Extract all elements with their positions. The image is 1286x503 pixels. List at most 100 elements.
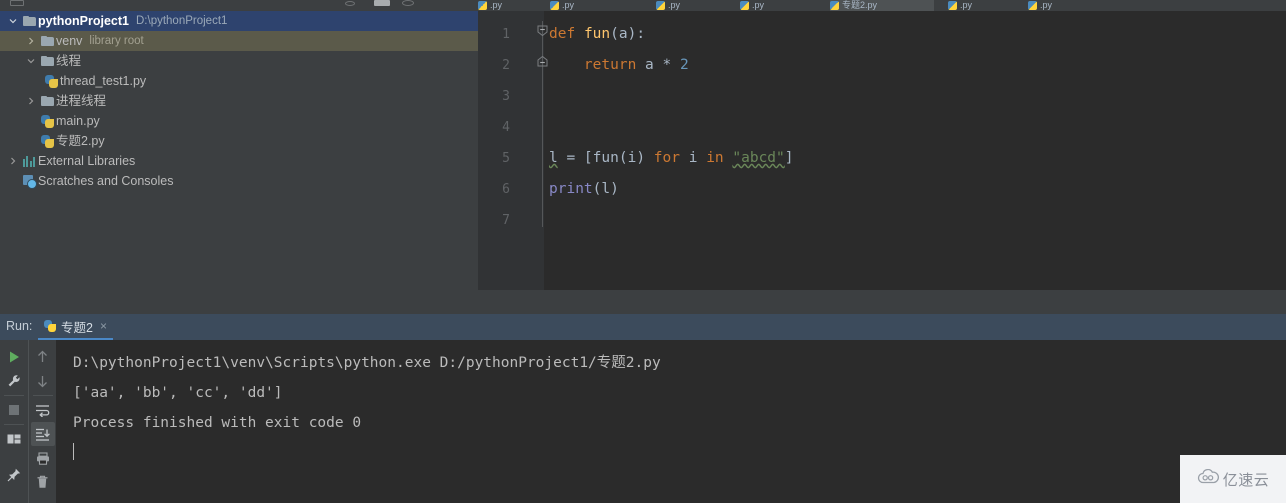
scroll-down-button[interactable] — [31, 369, 55, 393]
editor-tab-label: .py — [1040, 0, 1053, 10]
line-number: 1 — [502, 27, 510, 42]
print-button[interactable] — [31, 446, 55, 470]
pin-button[interactable] — [2, 463, 26, 487]
sidebar-item-zhuanti2-py[interactable]: 专题2.py — [0, 131, 478, 151]
sidebar-item-scratches-and-consoles[interactable]: Scratches and Consoles — [0, 171, 478, 191]
sidebar-item-path: D:\pythonProject1 — [136, 15, 228, 27]
sidebar-item-label: 专题2.py — [56, 134, 105, 148]
editor-tab[interactable]: .py — [948, 0, 972, 11]
sidebar-item-external-libraries[interactable]: External Libraries — [0, 151, 478, 171]
editor-tab[interactable]: .py — [740, 0, 764, 11]
python-file-icon — [550, 1, 559, 10]
editor-tab[interactable]: .py — [656, 0, 680, 11]
python-file-icon — [44, 320, 56, 332]
library-icon — [20, 155, 38, 167]
close-icon[interactable]: × — [100, 319, 107, 333]
layout-button[interactable] — [2, 427, 26, 451]
watermark: 亿速云 — [1180, 455, 1286, 503]
code-line-5: l = [fun(i) for i in "abcd"] — [549, 150, 794, 166]
run-tab-zhuanti2[interactable]: 专题2 × — [38, 314, 113, 340]
stop-button[interactable] — [2, 398, 26, 422]
cloud-logo-icon — [1197, 468, 1219, 489]
settings-button[interactable] — [2, 369, 26, 393]
sidebar-item-xiancheng[interactable]: 线程 — [0, 51, 478, 71]
sidebar-item-label: pythonProject1 — [38, 14, 129, 28]
code-token: (a): — [610, 26, 646, 42]
toolbar-divider — [32, 395, 53, 396]
run-label: Run: — [6, 319, 33, 333]
chevron-right-icon[interactable] — [6, 157, 20, 165]
code-token: for — [653, 150, 680, 166]
toolbar-divider — [4, 395, 24, 396]
folder-icon — [38, 56, 56, 66]
run-console-panel: D:\pythonProject1\venv\Scripts\python.ex… — [0, 340, 1286, 503]
toolbar-icon[interactable] — [374, 0, 390, 6]
editor-tab[interactable]: .py — [550, 0, 574, 11]
editor-tab-label: .py — [490, 0, 503, 10]
rerun-button[interactable] — [2, 345, 26, 369]
console-output[interactable]: D:\pythonProject1\venv\Scripts\python.ex… — [57, 340, 1286, 503]
scroll-up-button[interactable] — [31, 345, 55, 369]
toolbar-icon[interactable] — [52, 0, 62, 6]
toolbar-icon[interactable] — [345, 1, 355, 6]
scroll-to-end-button[interactable] — [30, 422, 55, 446]
sidebar-item-thread-test1[interactable]: thread_test1.py — [0, 71, 478, 91]
editor-tab-label: .py — [752, 0, 765, 10]
console-caret-line — [73, 438, 1286, 468]
sidebar-item-jinchengxiancheng[interactable]: 进程线程 — [0, 91, 478, 111]
project-tree-panel: pythonProject1 D:\pythonProject1 venv li… — [0, 11, 478, 314]
editor-tab[interactable]: .py — [478, 0, 502, 11]
code-line-6: print(l) — [549, 181, 619, 197]
code-line-1: def fun(a): — [549, 26, 645, 42]
text-caret — [73, 443, 74, 460]
editor-tab[interactable]: .py — [1028, 0, 1052, 11]
chevron-right-icon[interactable] — [24, 37, 38, 45]
sidebar-item-label: venv — [56, 34, 83, 48]
sidebar-item-label: Scratches and Consoles — [38, 174, 174, 188]
editor-gutter[interactable]: 1 2 3 4 5 6 7 — [478, 11, 548, 290]
toolbar-divider — [4, 424, 24, 425]
code-token: * — [662, 57, 672, 73]
code-token: "abcd" — [732, 150, 785, 166]
sidebar-item-label: 线程 — [56, 54, 82, 68]
scratches-icon — [20, 175, 38, 189]
editor-tab-active[interactable]: 专题2.py — [830, 0, 934, 11]
chevron-down-icon[interactable] — [6, 17, 20, 25]
line-number: 2 — [502, 58, 510, 73]
line-number: 3 — [502, 89, 510, 104]
chevron-right-icon[interactable] — [24, 97, 38, 105]
code-token: = [ — [557, 150, 593, 166]
toolbar-icon[interactable] — [402, 0, 414, 6]
chevron-down-icon[interactable] — [24, 57, 38, 65]
soft-wrap-button[interactable] — [31, 398, 55, 422]
code-token: ] — [784, 150, 794, 166]
python-file-icon — [740, 1, 749, 10]
console-line: ['aa', 'bb', 'cc', 'dd'] — [73, 385, 283, 401]
sidebar-item-label: thread_test1.py — [60, 74, 147, 88]
sidebar-item-label: 进程线程 — [56, 94, 107, 108]
sidebar-item-venv[interactable]: venv library root — [0, 31, 478, 51]
clear-all-button[interactable] — [31, 470, 55, 494]
toolbar-icon[interactable] — [437, 0, 446, 6]
sidebar-item-path: library root — [89, 35, 144, 47]
python-file-icon — [948, 1, 957, 10]
python-file-icon — [38, 114, 56, 128]
pycharm-window: .py .py .py .py 专题2.py .py .py pythonPro… — [0, 0, 1286, 503]
code-token: (i) — [618, 150, 654, 166]
code-token: def — [549, 26, 576, 42]
python-file-icon — [38, 134, 56, 148]
line-number: 6 — [502, 182, 510, 197]
toolbar-icon[interactable] — [10, 0, 24, 6]
sidebar-item-pythonproject1[interactable]: pythonProject1 D:\pythonProject1 — [0, 11, 478, 31]
code-token: i — [679, 150, 707, 166]
code-token: fun — [592, 150, 619, 166]
sidebar-item-main-py[interactable]: main.py — [0, 111, 478, 131]
python-file-icon — [42, 74, 60, 88]
editor-text-area[interactable]: def fun(a): return a * 2 l = [fun(i) for… — [544, 11, 1286, 290]
code-editor[interactable]: 1 2 3 4 5 6 7 def fun(a): return a * 2 l… — [478, 11, 1286, 290]
code-token: 2 — [679, 57, 689, 73]
code-token: a — [636, 57, 663, 73]
